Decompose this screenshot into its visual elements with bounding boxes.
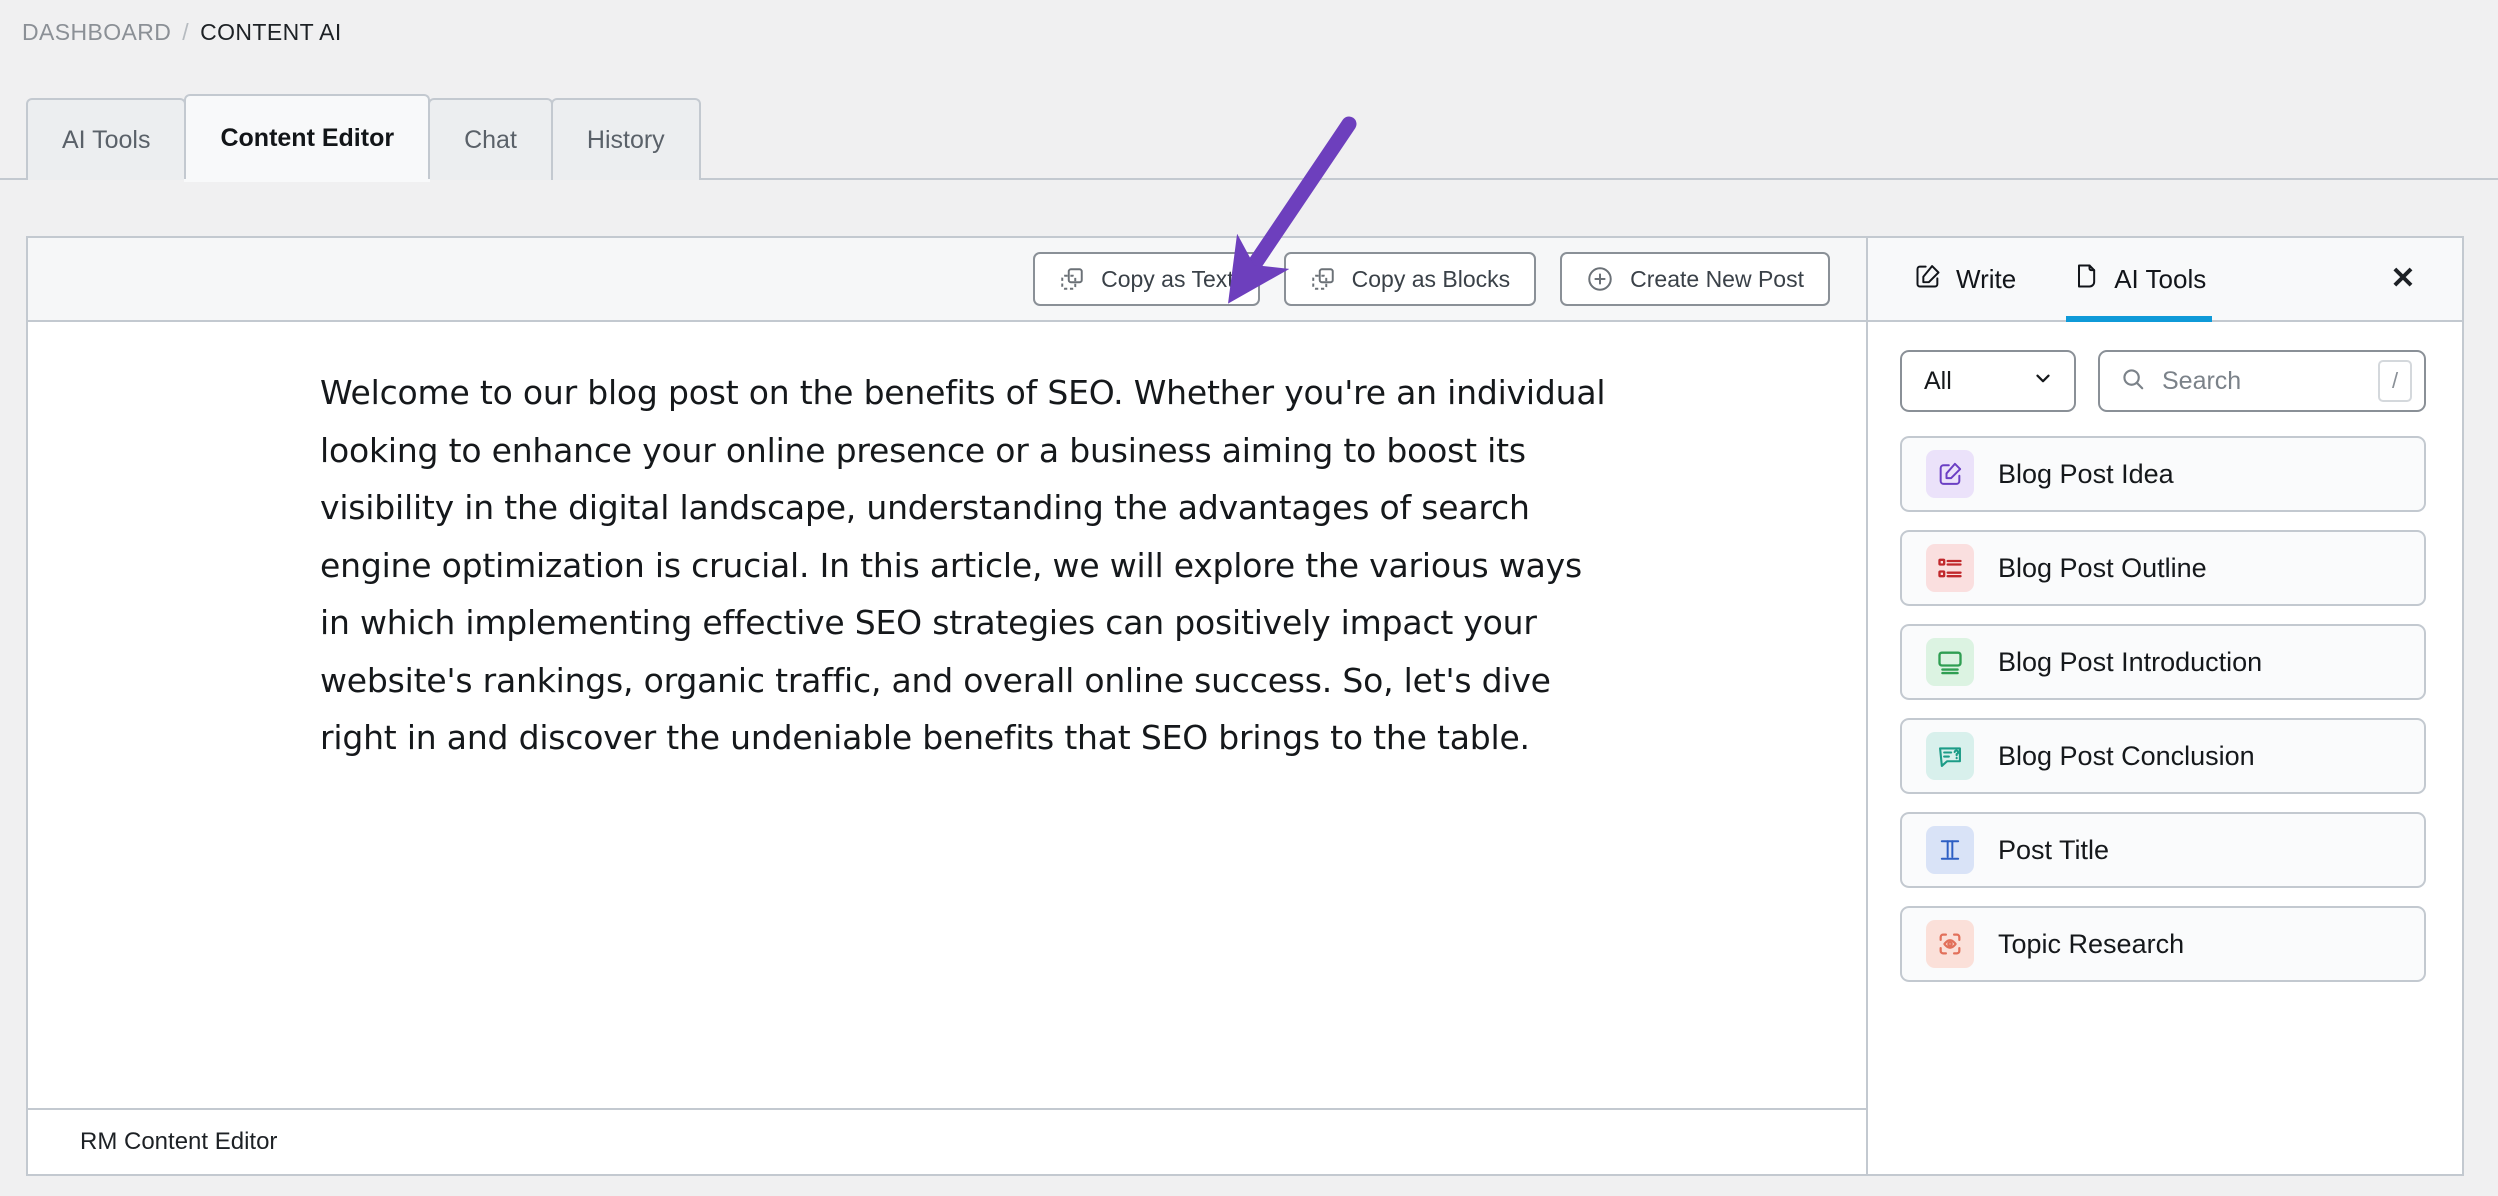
breadcrumb: DASHBOARD / CONTENT AI bbox=[22, 10, 342, 54]
pencil-square-icon bbox=[1926, 450, 1974, 498]
search-shortcut-key: / bbox=[2378, 360, 2412, 402]
text-title-icon bbox=[1926, 826, 1974, 874]
copy-as-blocks-label: Copy as Blocks bbox=[1351, 265, 1511, 292]
tool-label: Blog Post Introduction bbox=[1998, 646, 2263, 677]
close-sidebar-button[interactable]: ✕ bbox=[2386, 262, 2420, 296]
monitor-text-icon bbox=[1926, 638, 1974, 686]
copy-as-text-label: Copy as Text bbox=[1101, 265, 1234, 292]
ai-tools-list: Blog Post Idea Blog Post Outline Blog Po… bbox=[1868, 430, 2462, 1174]
search-placeholder: Search bbox=[2162, 366, 2242, 395]
tab-chat[interactable]: Chat bbox=[428, 98, 553, 180]
editor-column: Copy as Text Copy as Blocks Create New P… bbox=[28, 238, 1868, 1174]
tab-history-label: History bbox=[586, 125, 665, 154]
plus-circle-icon bbox=[1586, 265, 1614, 293]
list-checks-icon bbox=[1926, 544, 1974, 592]
message-question-icon bbox=[1926, 732, 1974, 780]
create-new-post-button[interactable]: Create New Post bbox=[1560, 252, 1830, 306]
main-tabstrip: AI Tools Content Editor Chat History bbox=[0, 78, 2498, 182]
editor-canvas[interactable]: Welcome to our blog post on the benefits… bbox=[28, 322, 1866, 1108]
breadcrumb-current: CONTENT AI bbox=[200, 18, 342, 45]
copy-as-blocks-button[interactable]: Copy as Blocks bbox=[1283, 252, 1537, 306]
create-new-post-label: Create New Post bbox=[1630, 265, 1804, 292]
editor-toolbar: Copy as Text Copy as Blocks Create New P… bbox=[28, 238, 1866, 322]
app-root: DASHBOARD / CONTENT AI AI Tools Content … bbox=[0, 0, 2498, 1196]
search-icon bbox=[2120, 366, 2146, 397]
tab-ai-tools-label: AI Tools bbox=[62, 125, 151, 154]
copy-icon bbox=[1059, 266, 1085, 292]
scan-eye-icon bbox=[1926, 920, 1974, 968]
tab-history[interactable]: History bbox=[550, 98, 701, 180]
sidebar-tabbar: Write AI Tools ✕ bbox=[1868, 238, 2462, 322]
search-input[interactable]: Search / bbox=[2098, 350, 2426, 412]
tab-chat-label: Chat bbox=[464, 125, 517, 154]
tool-label: Blog Post Outline bbox=[1998, 552, 2207, 583]
content-ai-panel: Copy as Text Copy as Blocks Create New P… bbox=[26, 236, 2464, 1176]
tab-content-editor[interactable]: Content Editor bbox=[184, 94, 431, 182]
chevron-down-icon bbox=[2032, 367, 2054, 396]
breadcrumb-parent-link[interactable]: DASHBOARD bbox=[22, 19, 171, 46]
tool-label: Blog Post Idea bbox=[1998, 458, 2174, 489]
copy-icon bbox=[1310, 266, 1336, 292]
sidebar-tab-ai-tools[interactable]: AI Tools bbox=[2044, 238, 2234, 322]
tool-label: Topic Research bbox=[1998, 928, 2185, 959]
tool-blog-post-outline[interactable]: Blog Post Outline bbox=[1900, 530, 2426, 606]
sidebar-filter-row: All Search / bbox=[1868, 322, 2462, 430]
document-ai-icon bbox=[2072, 262, 2100, 297]
sidebar-tab-ai-tools-label: AI Tools bbox=[2114, 263, 2207, 294]
tool-blog-post-conclusion[interactable]: Blog Post Conclusion bbox=[1900, 718, 2426, 794]
tool-topic-research[interactable]: Topic Research bbox=[1900, 906, 2426, 982]
breadcrumb-separator: / bbox=[182, 18, 190, 45]
tool-label: Blog Post Conclusion bbox=[1998, 740, 2255, 771]
editor-paragraph[interactable]: Welcome to our blog post on the benefits… bbox=[320, 364, 1614, 767]
ai-sidebar: Write AI Tools ✕ All Search / Blog Post … bbox=[1868, 238, 2462, 1174]
pencil-square-icon bbox=[1914, 262, 1942, 297]
sidebar-tab-write-label: Write bbox=[1956, 263, 2017, 294]
category-select-value: All bbox=[1924, 366, 1952, 395]
category-select[interactable]: All bbox=[1900, 350, 2076, 412]
copy-as-text-button[interactable]: Copy as Text bbox=[1033, 252, 1260, 306]
tab-ai-tools[interactable]: AI Tools bbox=[26, 98, 187, 180]
tool-post-title[interactable]: Post Title bbox=[1900, 812, 2426, 888]
tool-blog-post-introduction[interactable]: Blog Post Introduction bbox=[1900, 624, 2426, 700]
tool-blog-post-idea[interactable]: Blog Post Idea bbox=[1900, 436, 2426, 512]
tab-content-editor-label: Content Editor bbox=[220, 123, 395, 152]
editor-footer-label: RM Content Editor bbox=[80, 1128, 278, 1155]
sidebar-tab-write[interactable]: Write bbox=[1886, 238, 2044, 320]
tool-label: Post Title bbox=[1998, 834, 2110, 865]
editor-footer: RM Content Editor bbox=[28, 1108, 1866, 1174]
